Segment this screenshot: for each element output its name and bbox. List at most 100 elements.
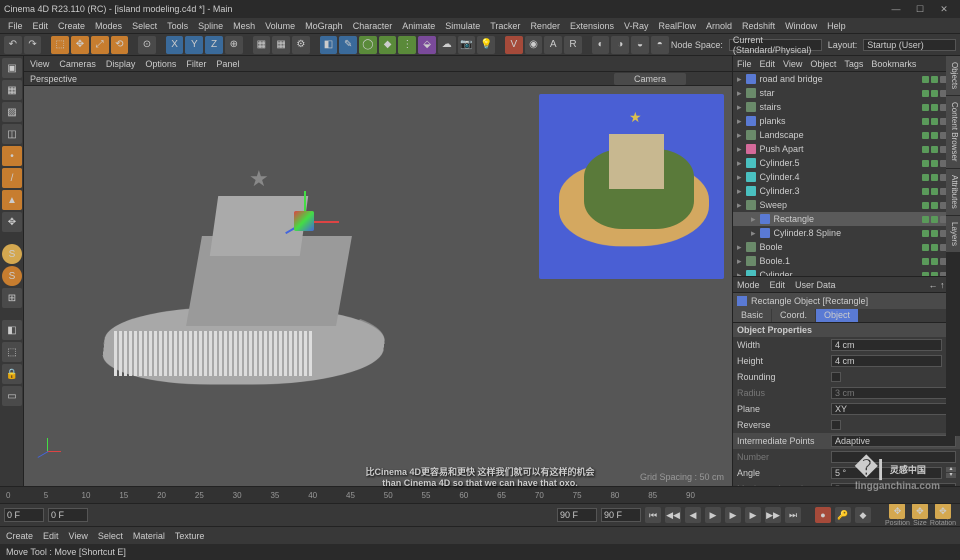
tl-current[interactable]: 0 F (48, 508, 88, 522)
menu-character[interactable]: Character (349, 21, 397, 31)
redshift-button[interactable]: R (564, 36, 582, 54)
menu-vray[interactable]: V-Ray (620, 21, 653, 31)
menu-view[interactable]: View (69, 531, 88, 541)
move-tool[interactable]: ✥ (71, 36, 89, 54)
spline-tool[interactable]: ✎ (339, 36, 357, 54)
menu-view[interactable]: View (30, 59, 49, 69)
minimize-button[interactable]: — (884, 4, 908, 14)
object-tree[interactable]: ▸road and bridge▸star▸stairs▸planks▸Land… (733, 72, 960, 277)
panel-tab-layers[interactable]: Layers (946, 216, 960, 252)
camera-selector[interactable]: Camera (614, 73, 686, 85)
menu-arnold[interactable]: Arnold (702, 21, 736, 31)
attrmenu-user data[interactable]: User Data (795, 280, 836, 290)
recent-tool[interactable]: ⊙ (138, 36, 156, 54)
menu-tools[interactable]: Tools (163, 21, 192, 31)
menu-window[interactable]: Window (781, 21, 821, 31)
menu-help[interactable]: Help (823, 21, 850, 31)
snap-settings[interactable]: ⊞ (2, 288, 22, 308)
menu-redshift[interactable]: Redshift (738, 21, 779, 31)
tl-start[interactable]: 0 F (4, 508, 44, 522)
prev-frame[interactable]: ◀ (685, 507, 701, 523)
tree-item-landscape[interactable]: ▸Landscape (733, 128, 960, 142)
menu-texture[interactable]: Texture (175, 531, 205, 541)
menu-simulate[interactable]: Simulate (441, 21, 484, 31)
locked-workplane[interactable]: 🔒 (2, 364, 22, 384)
rounding-checkbox[interactable] (831, 372, 841, 382)
attr-tab-coord[interactable]: Coord. (772, 309, 815, 322)
cube-primitive[interactable]: ◧ (320, 36, 338, 54)
undo-button[interactable]: ↶ (4, 36, 22, 54)
transform-gizmo[interactable] (274, 191, 334, 251)
camera-add[interactable]: 📷 (458, 36, 476, 54)
deformer[interactable]: ⬙ (418, 36, 436, 54)
tree-item-cylinder5[interactable]: ▸Cylinder.5 (733, 156, 960, 170)
menu-options[interactable]: Options (145, 59, 176, 69)
render-view[interactable]: ▦ (253, 36, 271, 54)
width-input[interactable]: 4 cm (831, 339, 942, 351)
make-editable[interactable]: ▣ (2, 58, 22, 78)
interp-dropdown[interactable]: Adaptive (831, 435, 956, 447)
generator[interactable]: ◆ (379, 36, 397, 54)
select-tool[interactable]: ⬚ (51, 36, 69, 54)
menu-panel[interactable]: Panel (216, 59, 239, 69)
attrmenu-mode[interactable]: Mode (737, 280, 760, 290)
tree-item-sweep[interactable]: ▸Sweep (733, 198, 960, 212)
menu-animate[interactable]: Animate (398, 21, 439, 31)
rotate-tool[interactable]: ⟲ (111, 36, 129, 54)
tree-item-boole1[interactable]: ▸Boole.1 (733, 254, 960, 268)
menu-file[interactable]: File (4, 21, 27, 31)
maximize-button[interactable]: ☐ (908, 4, 932, 15)
close-button[interactable]: ✕ (932, 4, 956, 15)
snap-toggle[interactable]: S (2, 266, 22, 286)
coord-rotation[interactable]: ✥Rotation (930, 503, 956, 527)
panel-tab-contentbrowser[interactable]: Content Browser (946, 96, 960, 168)
menu-select[interactable]: Select (98, 531, 123, 541)
timeline-ruler[interactable]: 051015202530354045505560657075808590 (0, 487, 960, 504)
subdivision-surface[interactable]: ◯ (359, 36, 377, 54)
environment[interactable]: ☁ (438, 36, 456, 54)
scale-tool[interactable]: ⤢ (91, 36, 109, 54)
axis-mode[interactable]: ✥ (2, 212, 22, 232)
next-frame[interactable]: ▶ (745, 507, 761, 523)
menu-cameras[interactable]: Cameras (59, 59, 96, 69)
height-input[interactable]: 4 cm (831, 355, 942, 367)
tree-item-boole[interactable]: ▸Boole (733, 240, 960, 254)
menu-realflow[interactable]: RealFlow (655, 21, 701, 31)
tree-item-stairs[interactable]: ▸stairs (733, 100, 960, 114)
tree-item-pushapart[interactable]: ▸Push Apart (733, 142, 960, 156)
realflow-button[interactable]: ◉ (525, 36, 543, 54)
z-axis-toggle[interactable]: Z (205, 36, 223, 54)
autokey-button[interactable]: 🔑 (835, 507, 851, 523)
menu-extensions[interactable]: Extensions (566, 21, 618, 31)
menu-mograph[interactable]: MoGraph (301, 21, 347, 31)
coord-position[interactable]: ✥Position (885, 503, 910, 527)
cloner[interactable]: ⋮ (398, 36, 416, 54)
tree-item-rectangle[interactable]: ▸Rectangle (733, 212, 960, 226)
arnold-button[interactable]: A (544, 36, 562, 54)
light-add[interactable]: 💡 (477, 36, 495, 54)
layout-dropdown[interactable]: Startup (User) (863, 39, 956, 51)
goto-start[interactable]: ⏮ (645, 507, 661, 523)
menu-view[interactable]: View (783, 59, 802, 69)
render-pv[interactable]: ▦ (272, 36, 290, 54)
menu-create[interactable]: Create (6, 531, 33, 541)
workplane-mode[interactable]: ◫ (2, 124, 22, 144)
menu-file[interactable]: File (737, 59, 752, 69)
edge-mode[interactable]: / (2, 168, 22, 188)
panel-tab-objects[interactable]: Objects (946, 56, 960, 95)
x-axis-toggle[interactable]: X (166, 36, 184, 54)
menu-filter[interactable]: Filter (186, 59, 206, 69)
quantize-tool[interactable]: ⬚ (2, 342, 22, 362)
model-mode[interactable]: ▦ (2, 80, 22, 100)
reverse-checkbox[interactable] (831, 420, 841, 430)
menu-tracker[interactable]: Tracker (486, 21, 524, 31)
prev-key[interactable]: ◀◀ (665, 507, 681, 523)
workplane-tool[interactable]: ◧ (2, 320, 22, 340)
goto-end[interactable]: ⏭ (785, 507, 801, 523)
record-button[interactable]: ● (815, 507, 831, 523)
menu-render[interactable]: Render (526, 21, 564, 31)
play-backward[interactable]: ▶ (705, 507, 721, 523)
menu-mesh[interactable]: Mesh (229, 21, 259, 31)
viewport-solo[interactable]: S (2, 244, 22, 264)
tl-total[interactable]: 90 F (601, 508, 641, 522)
